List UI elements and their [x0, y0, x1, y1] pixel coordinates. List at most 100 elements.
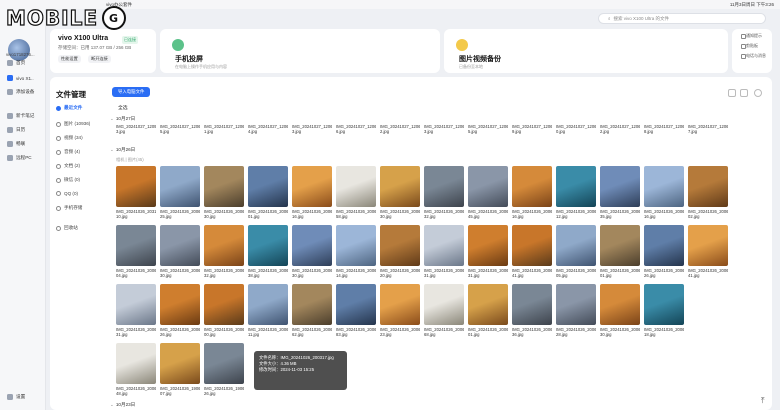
photo-thumbnail[interactable] — [292, 166, 332, 207]
photo-thumbnail[interactable] — [600, 225, 640, 266]
backup-subtitle: 已备份至本地 — [459, 64, 483, 69]
section-date[interactable]: ⌄ 10月27日 — [110, 116, 135, 122]
main-area: ⌕ 搜索 vivo X100 Ultra 的文件 vivo X100 Ultra… — [46, 9, 780, 410]
sidebar-item-calendar[interactable]: 日历 — [7, 127, 25, 133]
photo-thumbnail[interactable] — [160, 284, 200, 325]
sidebar: vivo1718276... 首页 vivo X1.. 添加设备 新卡笔记 日历… — [0, 9, 46, 410]
photo-thumbnail[interactable] — [600, 284, 640, 325]
grid-view-icon[interactable] — [728, 89, 736, 97]
file-name: IMG_20241027_12062 7.jpg — [688, 124, 728, 134]
photo-thumbnail[interactable] — [468, 166, 508, 207]
photo-thumbnail[interactable] — [116, 225, 156, 266]
fm-item-wechat[interactable]: 微信 (0) — [56, 177, 80, 183]
photo-thumbnail[interactable] — [644, 284, 684, 325]
photo-thumbnail[interactable] — [556, 284, 596, 325]
file-name: IMG_20241026_20062 38.jpg — [248, 268, 288, 278]
search-input[interactable]: ⌕ 搜索 vivo X100 Ultra 的文件 — [598, 13, 766, 24]
list-view-icon[interactable] — [740, 89, 748, 97]
photo-thumbnail[interactable] — [556, 225, 596, 266]
photo-thumbnail[interactable] — [512, 225, 552, 266]
photo-thumbnail[interactable] — [424, 166, 464, 207]
photo-thumbnail[interactable] — [160, 343, 200, 384]
fm-item-videos[interactable]: 视频 (34) — [56, 135, 83, 141]
photo-thumbnail[interactable] — [204, 225, 244, 266]
section-date-label: 10月27日 — [115, 116, 136, 121]
section-date[interactable]: ⌄ 10月23日 — [110, 402, 135, 408]
back-to-top-icon[interactable]: ⤒ — [761, 396, 771, 406]
quick-link-calls[interactable]: 电话与消息 — [741, 53, 772, 59]
photo-thumbnail[interactable] — [336, 225, 376, 266]
photo-thumbnail[interactable] — [160, 166, 200, 207]
file-name: IMG_20241026_20062 16.jpg — [512, 209, 552, 219]
photo-thumbnail[interactable] — [116, 343, 156, 384]
sidebar-item-home[interactable]: 首页 — [7, 60, 25, 66]
photo-thumbnail[interactable] — [600, 166, 640, 207]
file-name: IMG_20241026_20062 30.jpg — [292, 268, 332, 278]
photo-thumbnail[interactable] — [116, 166, 156, 207]
section-date-label: 10月26日 — [115, 147, 136, 152]
fm-item-storage[interactable]: 手机存储 — [56, 205, 82, 211]
fm-item-qq[interactable]: QQ (0) — [56, 191, 78, 196]
fm-item-label: 视频 (34) — [64, 135, 83, 140]
fm-item-label: 图片 (10936) — [64, 121, 91, 126]
refresh-icon[interactable] — [754, 89, 762, 97]
sidebar-settings-label: 设置 — [16, 394, 26, 399]
import-button[interactable]: 导入电脑文件 — [112, 87, 151, 97]
photo-thumbnail[interactable] — [512, 166, 552, 207]
sidebar-settings[interactable]: 设置 — [7, 394, 25, 400]
photo-backup-card[interactable]: 图片视频备份 已备份至本地 — [444, 29, 728, 73]
sidebar-item-remote-pc[interactable]: 远程PC — [7, 155, 32, 161]
photo-thumbnail[interactable] — [292, 284, 332, 325]
photo-thumbnail[interactable] — [248, 284, 288, 325]
device-avatar[interactable] — [8, 39, 30, 61]
photo-thumbnail[interactable] — [336, 166, 376, 207]
disconnect-button[interactable]: 断开连接 — [88, 55, 111, 63]
photo-thumbnail[interactable] — [468, 225, 508, 266]
sidebar-item-chat[interactable]: 畅联 — [7, 141, 25, 147]
fm-item-recent[interactable]: 最近文件 — [56, 105, 82, 111]
photo-thumbnail[interactable] — [468, 284, 508, 325]
photo-thumbnail[interactable] — [204, 166, 244, 207]
fm-item-docs[interactable]: 文档 (2) — [56, 163, 80, 169]
photo-thumbnail[interactable] — [688, 166, 728, 207]
fm-item-images[interactable]: 图片 (10936) — [56, 121, 90, 127]
photo-thumbnail[interactable] — [336, 284, 376, 325]
photo-thumbnail[interactable] — [116, 284, 156, 325]
photo-thumbnail[interactable] — [160, 225, 200, 266]
sidebar-item-notes[interactable]: 新卡笔记 — [7, 113, 34, 119]
photo-thumbnail[interactable] — [380, 284, 420, 325]
photo-thumbnail[interactable] — [424, 225, 464, 266]
sidebar-item-device[interactable]: vivo X1.. — [7, 75, 34, 81]
photo-thumbnail[interactable] — [512, 284, 552, 325]
fm-item-trash[interactable]: 回收站 — [56, 225, 78, 231]
photo-thumbnail[interactable] — [688, 225, 728, 266]
photo-thumbnail[interactable] — [644, 225, 684, 266]
search-icon: ⌕ — [608, 16, 611, 21]
file-name: IMG_20241026_20062 01.jpg — [468, 327, 508, 337]
file-name: IMG_20241026_20062 01.jpg — [600, 268, 640, 278]
quick-links-card: 通知提示 剪贴板 电话与消息 — [732, 29, 772, 73]
photo-thumbnail[interactable] — [644, 166, 684, 207]
photo-thumbnail[interactable] — [204, 284, 244, 325]
quick-link-notify[interactable]: 通知提示 — [741, 33, 772, 39]
photo-thumbnail[interactable] — [248, 166, 288, 207]
file-name: IMG_20241027_12093 3.jpg — [116, 124, 156, 134]
photo-thumbnail[interactable] — [424, 284, 464, 325]
sidebar-item-add-device[interactable]: 添加设备 — [7, 89, 34, 95]
screen-mirror-card[interactable]: 手机投屏 在电脑上操作手机应用与内容 — [160, 29, 440, 73]
photo-thumbnail[interactable] — [556, 166, 596, 207]
file-name: IMG_20241026_20062 04.jpg — [116, 268, 156, 278]
select-all[interactable]: 全选 — [118, 104, 128, 111]
photo-thumbnail[interactable] — [380, 225, 420, 266]
section-date[interactable]: ⌄ 10月26日 — [110, 147, 135, 153]
mirror-title: 手机投屏 — [175, 56, 203, 63]
photo-thumbnail[interactable] — [204, 343, 244, 384]
fm-item-audio[interactable]: 音频 (4) — [56, 149, 80, 155]
performance-button[interactable]: 性能设置 — [58, 55, 81, 63]
photo-thumbnail[interactable] — [380, 166, 420, 207]
file-name: IMG_20241026_20062 16.jpg — [644, 209, 684, 219]
file-name: IMG_20241026_20062 26.jpg — [160, 327, 200, 337]
quick-link-clipboard[interactable]: 剪贴板 — [741, 43, 772, 49]
photo-thumbnail[interactable] — [292, 225, 332, 266]
photo-thumbnail[interactable] — [248, 225, 288, 266]
